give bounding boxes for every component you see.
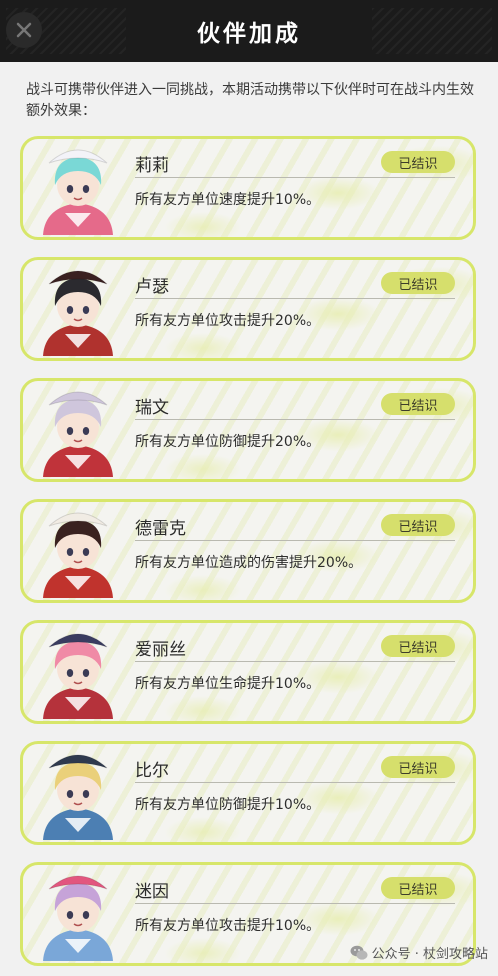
partner-avatar xyxy=(43,512,113,598)
partner-name: 爱丽丝 xyxy=(135,640,186,660)
partner-effect: 所有友方单位攻击提升20%。 xyxy=(135,313,321,329)
status-badge: 已结识 xyxy=(381,877,455,899)
partner-card[interactable]: 卢瑟 已结识 所有友方单位攻击提升20%。 xyxy=(20,257,476,361)
page-title: 伙伴加成 xyxy=(197,21,301,47)
partner-name: 德雷克 xyxy=(135,519,186,539)
header-bar: 伙伴加成 xyxy=(0,0,498,62)
divider xyxy=(135,782,455,783)
partner-card[interactable]: 爱丽丝 已结识 所有友方单位生命提升10%。 xyxy=(20,620,476,724)
partner-effect: 所有友方单位速度提升10%。 xyxy=(135,192,321,208)
partner-avatar xyxy=(43,875,113,961)
partner-name: 莉莉 xyxy=(135,156,169,176)
status-badge: 已结识 xyxy=(381,272,455,294)
partner-effect: 所有友方单位攻击提升10%。 xyxy=(135,918,321,934)
divider xyxy=(135,903,455,904)
divider xyxy=(135,540,455,541)
wechat-icon xyxy=(350,945,368,960)
close-button[interactable] xyxy=(6,12,42,48)
intro-text: 战斗可携带伙伴进入一同挑战，本期活动携带以下伙伴时可在战斗内生效额外效果： xyxy=(26,82,474,119)
status-badge: 已结识 xyxy=(381,514,455,536)
status-badge: 已结识 xyxy=(381,756,455,778)
partner-card[interactable]: 莉莉 已结识 所有友方单位速度提升10%。 xyxy=(20,136,476,240)
status-badge: 已结识 xyxy=(381,393,455,415)
status-badge: 已结识 xyxy=(381,635,455,657)
partner-avatar xyxy=(43,270,113,356)
partner-name: 瑞文 xyxy=(135,398,169,418)
divider xyxy=(135,177,455,178)
partner-name: 卢瑟 xyxy=(135,277,169,297)
partner-effect: 所有友方单位防御提升10%。 xyxy=(135,797,321,813)
partner-card[interactable]: 瑞文 已结识 所有友方单位防御提升20%。 xyxy=(20,378,476,482)
watermark-text: 公众号 · 杖剑攻略站 xyxy=(371,947,488,962)
divider xyxy=(135,661,455,662)
close-icon xyxy=(16,22,32,38)
watermark: 公众号 · 杖剑攻略站 xyxy=(350,943,488,962)
partner-avatar xyxy=(43,149,113,235)
partner-effect: 所有友方单位防御提升20%。 xyxy=(135,434,321,450)
partner-name: 迷因 xyxy=(135,882,169,902)
partner-avatar xyxy=(43,633,113,719)
partner-name: 比尔 xyxy=(135,761,169,781)
divider xyxy=(135,419,455,420)
partner-effect: 所有友方单位生命提升10%。 xyxy=(135,676,321,692)
partner-avatar xyxy=(43,391,113,477)
divider xyxy=(135,298,455,299)
partner-card[interactable]: 比尔 已结识 所有友方单位防御提升10%。 xyxy=(20,741,476,845)
partner-card[interactable]: 德雷克 已结识 所有友方单位造成的伤害提升20%。 xyxy=(20,499,476,603)
partner-avatar xyxy=(43,754,113,840)
partner-effect: 所有友方单位造成的伤害提升20%。 xyxy=(135,555,363,571)
status-badge: 已结识 xyxy=(381,151,455,173)
